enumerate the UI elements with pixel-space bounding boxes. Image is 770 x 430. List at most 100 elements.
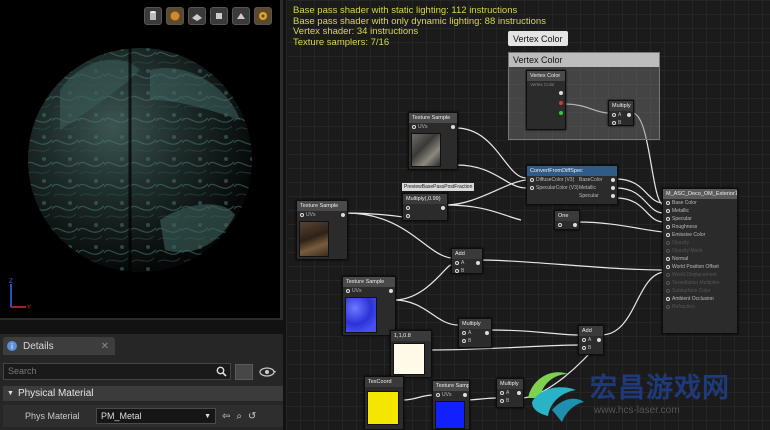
pin-opacity[interactable]: Opacity [663, 239, 737, 247]
close-icon[interactable]: ✕ [101, 341, 109, 352]
property-row-phys-material: Phys Material PM_Metal ▼ ⇦ ⌕ ↺ [3, 405, 283, 427]
node-convert-from-diff-spec[interactable]: ConvertFromDiffSpec DiffuseColor (V3) Bas… [526, 165, 618, 205]
preview-sphere [28, 40, 252, 280]
pin-roughness[interactable]: Roughness [663, 223, 737, 231]
node-multiply-top[interactable]: Multiply A B [608, 100, 634, 126]
pin-normal[interactable]: Normal [663, 255, 737, 263]
node-texture-sample-4[interactable]: Texture Sample UVs [432, 380, 470, 430]
watermark-title: 宏昌游戏网 [590, 373, 730, 403]
pin-world-position-offset[interactable]: World Position Offset [663, 263, 737, 271]
info-icon: i [7, 341, 17, 351]
pin-diffuse[interactable]: DiffuseColor (V3) BaseColor [527, 176, 617, 184]
color-swatch-white [393, 343, 425, 375]
use-selected-arrow-icon[interactable]: ⇦ [222, 411, 230, 422]
details-tab-label: Details [23, 340, 54, 352]
node-subtitle: Vertex Color [530, 82, 555, 87]
pin-metallic[interactable]: Metallic [663, 207, 737, 215]
collapse-arrow-icon: ▼ [7, 390, 14, 397]
node-title: 1,1,0.8 [391, 331, 431, 341]
node-texture-sample-3[interactable]: Texture Sample UVs [342, 276, 396, 336]
node-texture-sample-2[interactable]: Texture Sample UVs [296, 200, 348, 260]
stat-line: Base pass shader with static lighting: 1… [293, 5, 518, 16]
view-options-grid-icon[interactable] [235, 363, 253, 380]
site-watermark: 宏昌游戏网 www.hcs-laser.com [518, 358, 770, 430]
pin-emissive[interactable]: Emissive Color [663, 231, 737, 239]
node-title: Texture Sample [297, 201, 347, 211]
input-pin-b[interactable]: B [459, 337, 491, 345]
output-pin-r[interactable] [527, 99, 565, 109]
pin-specular[interactable]: Specular [663, 215, 737, 223]
axis-gizmo: Z Y [9, 279, 31, 310]
color-swatch-yellow [367, 391, 399, 425]
node-one[interactable]: One [554, 210, 580, 230]
watermark-url: www.hcs-laser.com [594, 405, 680, 416]
node-title: ConvertFromDiffSpec [527, 166, 617, 176]
pin-subsurface[interactable]: Subsurface Color [663, 287, 737, 295]
input-pin-b[interactable]: B [579, 344, 603, 352]
pin-world-displacement[interactable]: World Displacement [663, 271, 737, 279]
svg-text:Z: Z [9, 279, 13, 285]
node-add-1[interactable]: Add A B [451, 248, 483, 274]
pin[interactable] [555, 221, 579, 229]
section-title: Physical Material [17, 388, 94, 399]
pin-opacity-mask[interactable]: Opacity Mask [663, 247, 737, 255]
output-pin[interactable] [527, 89, 565, 99]
input-pin-a[interactable]: A [459, 329, 491, 337]
texture-preview-rock [411, 133, 441, 167]
node-constant-color[interactable]: 1,1,0.8 [390, 330, 432, 378]
browse-magnifier-icon[interactable]: ⌕ [236, 411, 242, 422]
search-icon [216, 366, 227, 377]
input-pin-b[interactable]: B [452, 267, 482, 275]
node-multiply-mid[interactable]: Multiply(,0.99) [402, 193, 448, 221]
node-title: Texture Sample [433, 381, 469, 391]
details-search-input[interactable]: Search [3, 363, 231, 380]
pin-ambient-occlusion[interactable]: Ambient Occlusion [663, 295, 737, 303]
uvs-pin[interactable]: UVs [297, 211, 347, 219]
input-pin-a[interactable]: A [452, 259, 482, 267]
node-title: Multiply(,0.99) [403, 194, 447, 204]
texture-preview-brown [299, 221, 329, 257]
node-material-result[interactable]: M_ASC_Deco_OM_Exterior1 Base Color Metal… [662, 188, 738, 334]
input-pin-b[interactable]: B [609, 119, 633, 127]
eye-icon[interactable] [257, 364, 279, 380]
uvs-pin[interactable]: UVs [343, 287, 395, 295]
node-add-2[interactable]: Add A B [578, 325, 604, 355]
node-title: Vertex Color [527, 71, 565, 81]
material-preview-viewport[interactable]: Z Y [0, 0, 283, 320]
uvs-pin[interactable]: UVs [409, 123, 457, 131]
node-vertex-color[interactable]: Vertex Color Vertex Color [526, 70, 566, 130]
pin-specular[interactable]: SpecularColor (V3) Metallic [527, 184, 617, 192]
pin-tessellation[interactable]: Tessellation Multiplier [663, 279, 737, 287]
node-title: Texture Sample [409, 113, 457, 123]
details-search-row: Search [3, 363, 283, 380]
pin-base-color[interactable]: Base Color [663, 199, 737, 207]
phys-material-value: PM_Metal [101, 411, 142, 421]
node-title: M_ASC_Deco_OM_Exterior1 [663, 189, 737, 199]
uvs-pin[interactable]: UVs [433, 391, 469, 399]
search-placeholder: Search [8, 366, 37, 376]
texture-preview-normal [345, 297, 377, 333]
details-panel: i Details ✕ Search ▼ Physical Material P… [0, 334, 283, 430]
svg-text:Y: Y [27, 305, 31, 310]
input-pin[interactable] [403, 204, 447, 212]
property-label: Phys Material [25, 411, 80, 421]
tab-details[interactable]: i Details ✕ [3, 337, 115, 355]
node-texture-sample-1[interactable]: Texture Sample UVs [408, 112, 458, 170]
reset-icon[interactable]: ↺ [248, 411, 256, 422]
node-title: One [555, 211, 579, 221]
node-title: Multiply [459, 319, 491, 329]
input-pin[interactable] [403, 212, 447, 220]
input-pin-a[interactable]: A [579, 336, 603, 344]
chevron-down-icon: ▼ [204, 412, 211, 420]
node-title: TexCoord [365, 377, 403, 387]
node-texcoord[interactable]: TexCoord [364, 376, 404, 430]
input-pin-a[interactable]: A [609, 111, 633, 119]
node-multiply-2[interactable]: Multiply A B [458, 318, 492, 348]
node-title: Add [452, 249, 482, 259]
phys-material-dropdown[interactable]: PM_Metal ▼ [96, 408, 216, 424]
pin-specular-out[interactable]: Specular [527, 192, 617, 200]
color-swatch-blue [435, 401, 465, 429]
pin-refraction[interactable]: Refraction [663, 303, 737, 311]
output-pin-g[interactable] [527, 109, 565, 119]
section-physical-material[interactable]: ▼ Physical Material [3, 386, 283, 401]
